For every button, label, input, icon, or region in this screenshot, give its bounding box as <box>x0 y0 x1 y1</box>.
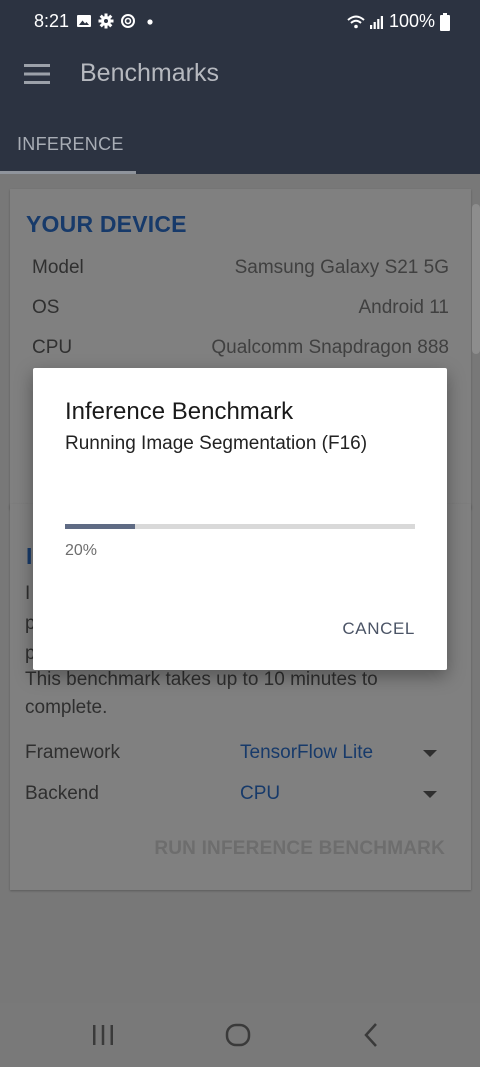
device-card-title: YOUR DEVICE <box>26 211 187 237</box>
battery-icon <box>440 12 450 31</box>
back-icon[interactable] <box>357 1020 387 1050</box>
backend-label: Backend <box>25 783 99 804</box>
status-bar: 8:21 100% <box>0 0 480 44</box>
menu-icon[interactable] <box>22 61 52 87</box>
app-title: Benchmarks <box>80 59 219 87</box>
inference-card-title: I <box>26 543 33 569</box>
tab-inference[interactable]: INFERENCE <box>0 104 136 174</box>
device-value: Qualcomm Snapdragon 888 <box>211 337 449 358</box>
inference-desc-line4: This benchmark takes up to 10 minutes to <box>25 669 378 690</box>
sync-icon <box>121 14 135 28</box>
progress-percentage: 20% <box>65 542 98 559</box>
wifi-icon <box>347 15 365 28</box>
inference-desc-line5: complete. <box>25 697 108 718</box>
signal-icon <box>369 15 383 29</box>
device-key: Model <box>32 257 84 278</box>
gear-icon <box>98 13 114 29</box>
status-icons-left <box>76 13 158 29</box>
home-icon[interactable] <box>223 1020 253 1050</box>
framework-value: TensorFlow Lite <box>240 742 374 763</box>
device-row-model: Model Samsung Galaxy S21 5G <box>32 257 449 287</box>
device-key: OS <box>32 297 60 318</box>
framework-select[interactable]: Framework TensorFlow Lite <box>25 742 449 772</box>
framework-label: Framework <box>25 742 121 763</box>
recents-icon[interactable] <box>88 1020 118 1050</box>
cancel-button[interactable]: CANCEL <box>342 619 415 639</box>
device-row-os: OS Android 11 <box>32 297 449 327</box>
tab-label: INFERENCE <box>17 134 124 154</box>
device-row-cpu: CPU Qualcomm Snapdragon 888 <box>32 337 449 367</box>
inference-benchmark-dialog: Inference Benchmark Running Image Segmen… <box>33 368 447 670</box>
run-inference-button[interactable]: RUN INFERENCE BENCHMARK <box>154 838 445 860</box>
dialog-title: Inference Benchmark <box>65 398 294 425</box>
dropdown-arrow-icon <box>423 791 437 798</box>
device-key: CPU <box>32 337 73 358</box>
dropdown-arrow-icon <box>423 750 437 757</box>
progress-bar <box>65 524 415 529</box>
progress-fill <box>65 524 135 529</box>
battery-percentage: 100% <box>388 11 435 31</box>
device-value: Android 11 <box>358 297 450 318</box>
tab-bar: INFERENCE <box>0 104 480 174</box>
navigation-bar <box>0 1003 480 1067</box>
backend-value: CPU <box>240 783 281 804</box>
status-time: 8:21 <box>34 11 70 31</box>
app-bar: Benchmarks <box>0 44 480 104</box>
scrollbar[interactable] <box>472 204 480 354</box>
device-value: Samsung Galaxy S21 5G <box>234 257 449 278</box>
dialog-message: Running Image Segmentation (F16) <box>65 433 368 454</box>
image-icon <box>77 15 91 27</box>
dot-icon <box>147 19 153 25</box>
backend-select[interactable]: Backend CPU <box>25 783 449 813</box>
status-icons-right: 100% <box>347 11 450 32</box>
